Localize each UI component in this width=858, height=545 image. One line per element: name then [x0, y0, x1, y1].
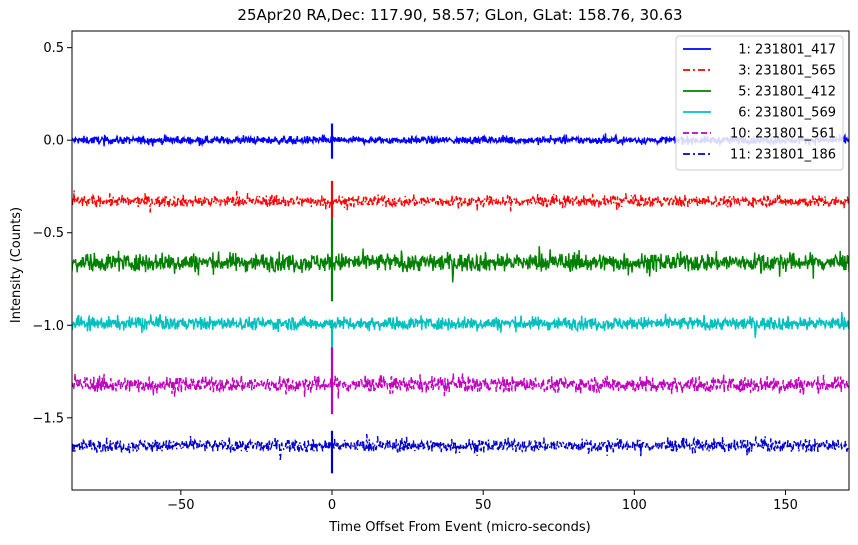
chart: 25Apr20 RA,Dec: 117.90, 58.57; GLon, GLa…: [9, 6, 850, 535]
series-layer: [72, 123, 849, 474]
legend-label: 1: 231801_417: [738, 43, 836, 58]
y-tick-label: 0.5: [43, 41, 64, 56]
y-tick-label: −1.5: [32, 411, 64, 426]
y-tick-label: −0.5: [32, 226, 64, 241]
x-axis-label: Time Offset From Event (micro-seconds): [328, 520, 591, 535]
y-tick-label: 0.0: [43, 134, 64, 149]
x-tick-label: −50: [167, 498, 194, 513]
series-line-3: [72, 246, 849, 283]
series-line-6: [72, 433, 849, 460]
x-tick-label: 0: [328, 498, 336, 513]
series-line-2: [72, 190, 849, 213]
x-tick-label: 50: [475, 498, 492, 513]
series-line-4: [72, 311, 849, 338]
x-tick-label: 150: [773, 498, 798, 513]
legend-label: 11: 231801_186: [730, 148, 836, 163]
y-axis-label: Intensity (Counts): [9, 207, 24, 323]
y-tick-label: −1.0: [32, 319, 64, 334]
chart-title: 25Apr20 RA,Dec: 117.90, 58.57; GLon, GLa…: [237, 6, 682, 24]
series-line-5: [72, 373, 849, 399]
legend: 1: 231801_417 3: 231801_565 5: 231801_412 6…: [675, 35, 844, 171]
legend-label: 3: 231801_565: [738, 64, 836, 79]
legend-label: 5: 231801_412: [738, 85, 836, 100]
legend-label: 6: 231801_569: [738, 106, 836, 121]
legend-label: 10: 231801_561: [730, 127, 836, 142]
x-tick-label: 100: [622, 498, 647, 513]
